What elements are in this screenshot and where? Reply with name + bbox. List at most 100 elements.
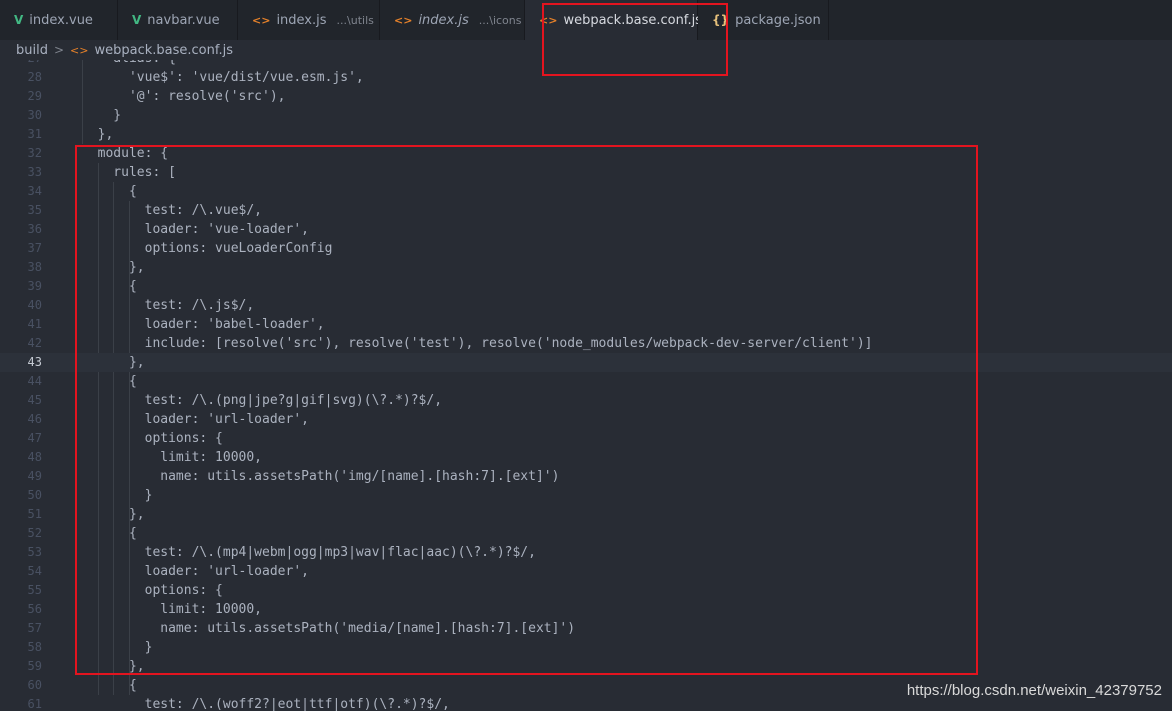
tab-path-hint: ...\icons [478,13,522,27]
watermark: https://blog.csdn.net/weixin_42379752 [906,682,1162,699]
code-text: } [82,108,122,123]
code-line[interactable]: 28 'vue$': 'vue/dist/vue.esm.js', [0,68,1172,87]
code-text: loader: 'url-loader', [82,564,309,579]
code-line[interactable]: 32 module: { [0,144,1172,163]
line-number: 48 [27,450,42,464]
code-line[interactable]: 49 name: utils.assetsPath('img/[name].[h… [0,467,1172,486]
line-number: 35 [27,203,42,217]
code-text: test: /\.js$/, [82,298,255,313]
code-line[interactable]: 29 '@': resolve('src'), [0,87,1172,106]
code-line[interactable]: 33 rules: [ [0,163,1172,182]
code-line[interactable]: 39 { [0,277,1172,296]
code-line[interactable]: 50 } [0,486,1172,505]
line-number: 40 [27,298,42,312]
code-text: test: /\.vue$/, [82,203,263,218]
code-text: loader: 'url-loader', [82,412,309,427]
line-number: 44 [27,374,42,388]
line-number: 38 [27,260,42,274]
tab-package-json[interactable]: {} package.json [698,0,829,40]
tab-label: navbar.vue [147,12,220,28]
tab-label: index.js [418,12,469,28]
tab-webpack-base-conf-js[interactable]: <> webpack.base.conf.js [525,0,702,40]
line-number: 30 [27,108,42,122]
code-line[interactable]: 36 loader: 'vue-loader', [0,220,1172,239]
vue-icon: V [14,13,24,27]
code-text: module: { [82,146,169,161]
line-number: 55 [27,583,42,597]
code-editor[interactable]: 27 alias: {28 'vue$': 'vue/dist/vue.esm.… [0,60,1172,711]
code-line[interactable]: 41 loader: 'babel-loader', [0,315,1172,334]
code-text: } [82,640,153,655]
code-line[interactable]: 55 options: { [0,581,1172,600]
breadcrumb-folder[interactable]: build [16,43,48,58]
code-icon: <> [252,13,271,27]
code-line[interactable]: 51 }, [0,505,1172,524]
tab-label: package.json [735,12,821,28]
code-line[interactable]: 58 } [0,638,1172,657]
code-text: test: /\.(png|jpe?g|gif|svg)(\?.*)?$/, [82,393,443,408]
breadcrumb: build > <> webpack.base.conf.js [0,40,1172,60]
code-line[interactable]: 37 options: vueLoaderConfig [0,239,1172,258]
tab-index-vue[interactable]: Vindex.vue [0,0,118,40]
line-number: 45 [27,393,42,407]
line-number: 60 [27,678,42,692]
line-number: 32 [27,146,42,160]
code-line[interactable]: 38 }, [0,258,1172,277]
code-line[interactable]: 45 test: /\.(png|jpe?g|gif|svg)(\?.*)?$/… [0,391,1172,410]
line-number: 28 [27,70,42,84]
code-line[interactable]: 30 } [0,106,1172,125]
code-text: loader: 'vue-loader', [82,222,309,237]
code-text: { [82,526,137,541]
code-text: alias: { [82,60,176,68]
code-text: name: utils.assetsPath('img/[name].[hash… [82,469,560,484]
code-line[interactable]: 35 test: /\.vue$/, [0,201,1172,220]
code-text: options: vueLoaderConfig [82,241,333,256]
code-line[interactable]: 27 alias: { [0,60,1172,68]
code-line[interactable]: 43 }, [0,353,1172,372]
code-line[interactable]: 40 test: /\.js$/, [0,296,1172,315]
code-line[interactable]: 52 { [0,524,1172,543]
code-text: name: utils.assetsPath('media/[name].[ha… [82,621,576,636]
code-text: { [82,279,137,294]
json-icon: {} [712,13,730,27]
tab-bar: Vindex.vue Vnavbar.vue <> index.js ...\utils… [0,0,1172,41]
code-text: loader: 'babel-loader', [82,317,325,332]
code-line[interactable]: 31 }, [0,125,1172,144]
tab-index-js[interactable]: <> index.js ...\icons [380,0,525,40]
code-text: }, [82,659,145,674]
line-number: 47 [27,431,42,445]
line-number: 39 [27,279,42,293]
code-line[interactable]: 47 options: { [0,429,1172,448]
breadcrumb-file[interactable]: webpack.base.conf.js [94,43,233,58]
code-text: limit: 10000, [82,602,263,617]
tab-navbar-vue[interactable]: Vnavbar.vue [118,0,238,40]
line-number: 31 [27,127,42,141]
code-line[interactable]: 46 loader: 'url-loader', [0,410,1172,429]
line-number: 59 [27,659,42,673]
code-line[interactable]: 59 }, [0,657,1172,676]
code-text: }, [82,507,145,522]
tab-bar-empty [829,0,1172,40]
code-line[interactable]: 54 loader: 'url-loader', [0,562,1172,581]
code-text: }, [82,355,145,370]
line-number: 56 [27,602,42,616]
line-number: 57 [27,621,42,635]
code-line[interactable]: 53 test: /\.(mp4|webm|ogg|mp3|wav|flac|a… [0,543,1172,562]
code-text: }, [82,260,145,275]
code-line[interactable]: 44 { [0,372,1172,391]
code-line[interactable]: 42 include: [resolve('src'), resolve('te… [0,334,1172,353]
code-icon: <> [539,13,558,27]
code-icon: <> [394,13,413,27]
code-line[interactable]: 34 { [0,182,1172,201]
code-text: rules: [ [82,165,176,180]
line-number: 58 [27,640,42,654]
line-number: 42 [27,336,42,350]
code-line[interactable]: 57 name: utils.assetsPath('media/[name].… [0,619,1172,638]
code-line[interactable]: 48 limit: 10000, [0,448,1172,467]
code-line[interactable]: 56 limit: 10000, [0,600,1172,619]
line-number: 49 [27,469,42,483]
code-text: }, [82,127,114,142]
line-number: 43 [27,355,42,369]
line-number: 33 [27,165,42,179]
tab-index-js[interactable]: <> index.js ...\utils [238,0,380,40]
